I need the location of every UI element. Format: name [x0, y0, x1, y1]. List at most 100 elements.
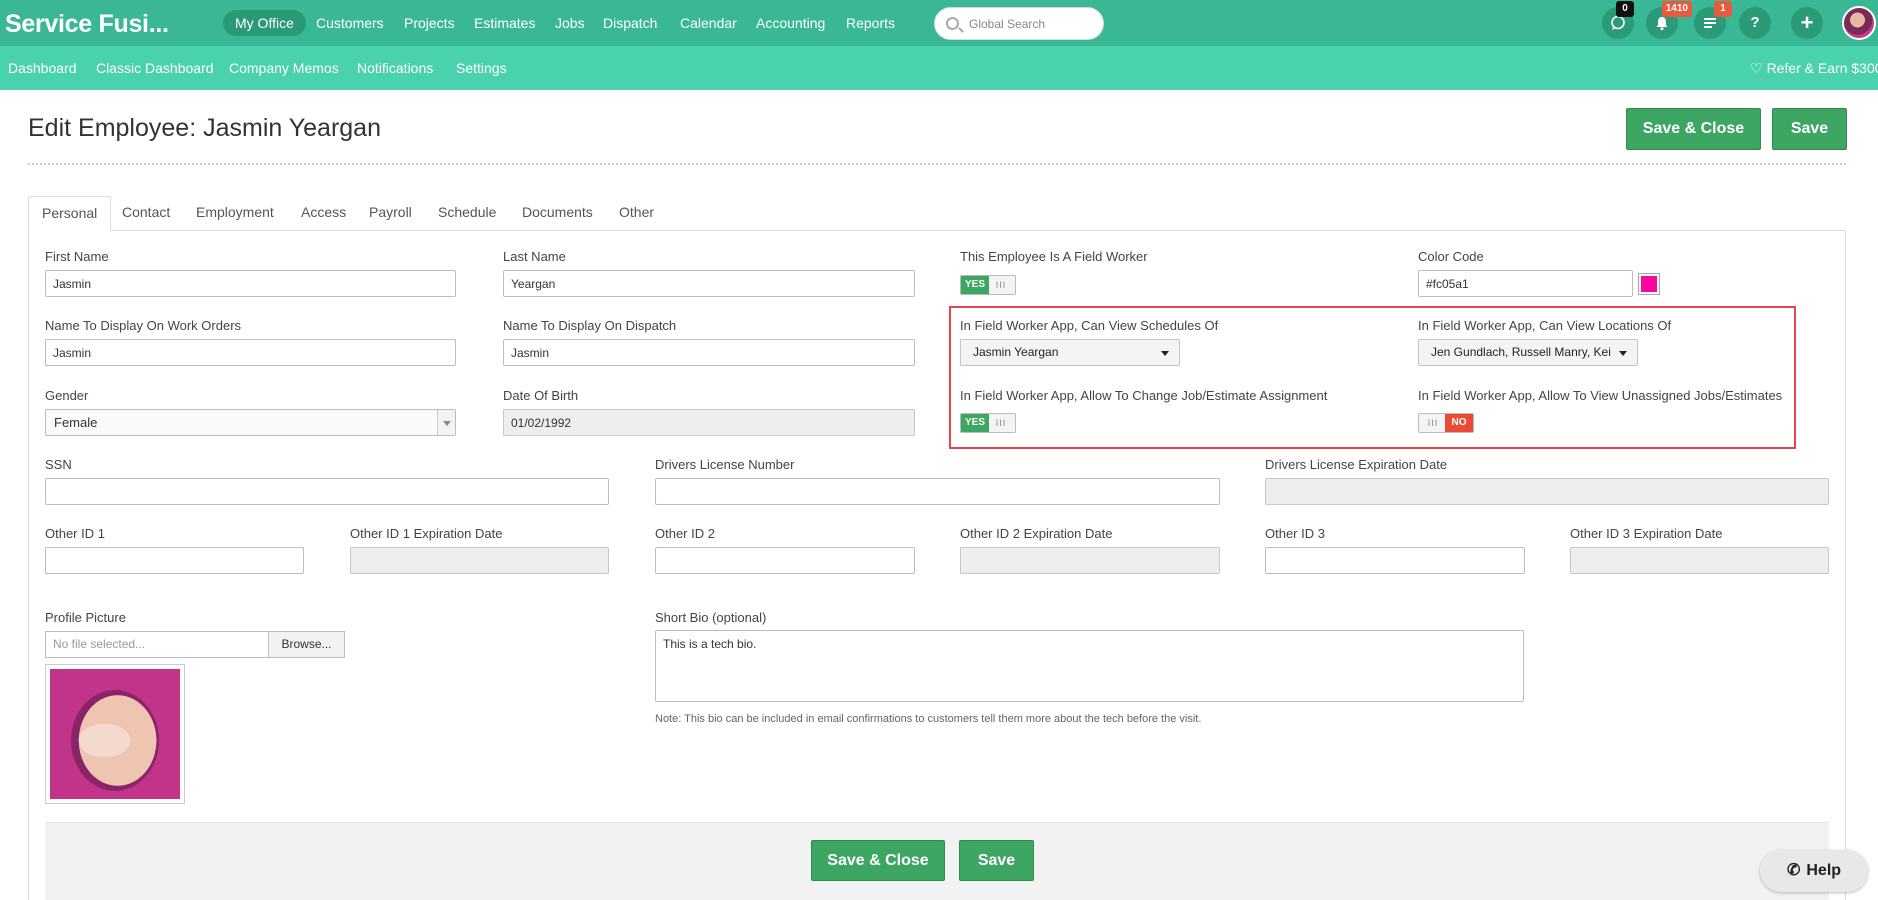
toggle-grip-icon: III	[995, 280, 1007, 290]
last-name-input[interactable]	[503, 270, 915, 297]
tab-contact[interactable]: Contact	[109, 196, 183, 229]
subnav-classic-dashboard[interactable]: Classic Dashboard	[96, 46, 214, 90]
other-id1-input[interactable]	[45, 547, 304, 574]
nav-reports[interactable]: Reports	[834, 10, 907, 36]
list-icon	[1704, 18, 1716, 28]
tab-other[interactable]: Other	[606, 196, 667, 229]
subnav-dashboard[interactable]: Dashboard	[8, 46, 77, 90]
field-worker-toggle[interactable]: YES III	[960, 275, 1016, 295]
refer-earn-link[interactable]: ♡ Refer & Earn $300	[1750, 46, 1878, 90]
other-id3-input[interactable]	[1265, 547, 1525, 574]
toggle-yes-label: YES	[961, 276, 989, 294]
profile-photo	[45, 664, 185, 804]
nav-jobs[interactable]: Jobs	[543, 10, 597, 36]
dl-number-input[interactable]	[655, 478, 1220, 505]
save-button[interactable]: Save	[1772, 108, 1847, 150]
notifications-button[interactable]: 1410	[1646, 1, 1692, 39]
nav-projects[interactable]: Projects	[392, 10, 467, 36]
change-assignment-label: In Field Worker App, Allow To Change Job…	[960, 388, 1328, 403]
other-id2-label: Other ID 2	[655, 526, 715, 541]
footer-save-close-button[interactable]: Save & Close	[811, 840, 945, 881]
display-work-orders-input[interactable]	[45, 339, 456, 366]
profile-photo-image	[50, 669, 180, 799]
display-dispatch-input[interactable]	[503, 339, 915, 366]
nav-customers[interactable]: Customers	[304, 10, 396, 36]
color-picker-swatch[interactable]	[1638, 273, 1660, 295]
profile-picture-label: Profile Picture	[45, 610, 126, 625]
subnav-notifications[interactable]: Notifications	[357, 46, 433, 90]
footer-save-button[interactable]: Save	[959, 840, 1034, 881]
global-search-input[interactable]	[969, 16, 1097, 32]
ssn-label: SSN	[45, 457, 72, 472]
nav-dispatch[interactable]: Dispatch	[591, 10, 669, 36]
display-work-orders-label: Name To Display On Work Orders	[45, 318, 242, 333]
change-assignment-toggle[interactable]: YES III	[960, 413, 1016, 433]
top-navbar: Service Fusi... My Office Customers Proj…	[0, 0, 1878, 46]
display-dispatch-label: Name To Display On Dispatch	[503, 318, 677, 333]
other-id3-exp-input[interactable]	[1570, 547, 1829, 574]
bell-icon	[1656, 17, 1668, 31]
notifications-badge: 1410	[1661, 1, 1692, 17]
other-id3-exp-label: Other ID 3 Expiration Date	[1570, 526, 1723, 541]
chat-badge: 0	[1616, 1, 1634, 17]
dob-label: Date Of Birth	[503, 388, 579, 403]
subnav-company-memos[interactable]: Company Memos	[229, 46, 339, 90]
tab-documents[interactable]: Documents	[509, 196, 606, 229]
other-id1-exp-input[interactable]	[350, 547, 609, 574]
tab-employment[interactable]: Employment	[183, 196, 287, 229]
header-divider	[28, 163, 1846, 165]
refer-label: Refer & Earn $300	[1766, 60, 1878, 76]
heart-icon: ♡	[1750, 60, 1763, 76]
help-button[interactable]: ✆ Help	[1760, 850, 1868, 892]
sub-navbar: Dashboard Classic Dashboard Company Memo…	[0, 46, 1878, 90]
view-locations-label: In Field Worker App, Can View Locations …	[1418, 318, 1672, 333]
quick-add-button[interactable]: +	[1791, 7, 1823, 39]
view-schedules-value: Jasmin Yeargan	[973, 345, 1059, 359]
bio-note: Note: This bio can be included in email …	[655, 713, 1202, 725]
save-close-button[interactable]: Save & Close	[1626, 108, 1761, 150]
gender-select[interactable]: Female	[45, 409, 456, 436]
brand-logo[interactable]: Service Fusi...	[5, 10, 169, 39]
browse-button[interactable]: Browse...	[268, 631, 345, 658]
nav-estimates[interactable]: Estimates	[462, 10, 547, 36]
dl-number-label: Drivers License Number	[655, 457, 795, 472]
help-question-button[interactable]: ?	[1739, 7, 1771, 39]
tasks-button[interactable]: 1	[1694, 1, 1732, 39]
other-id1-label: Other ID 1	[45, 526, 105, 541]
tab-access[interactable]: Access	[288, 196, 359, 229]
tab-personal[interactable]: Personal	[28, 196, 112, 232]
other-id2-exp-input[interactable]	[960, 547, 1220, 574]
nav-my-office[interactable]: My Office	[223, 10, 306, 36]
nav-calendar[interactable]: Calendar	[668, 10, 749, 36]
tab-payroll[interactable]: Payroll	[356, 196, 425, 229]
toggle-grip-icon: III	[1427, 418, 1439, 428]
view-schedules-dropdown[interactable]: Jasmin Yeargan	[960, 339, 1180, 366]
plus-icon: +	[1800, 10, 1814, 35]
other-id2-exp-label: Other ID 2 Expiration Date	[960, 526, 1113, 541]
chat-button[interactable]: 0	[1602, 1, 1634, 39]
view-locations-dropdown[interactable]: Jen Gundlach, Russell Manry, Kei	[1418, 339, 1638, 366]
search-icon	[946, 17, 959, 30]
nav-accounting[interactable]: Accounting	[744, 10, 837, 36]
user-avatar[interactable]	[1842, 6, 1876, 40]
view-unassigned-toggle[interactable]: III NO	[1418, 413, 1474, 433]
color-swatch-fill	[1641, 276, 1657, 292]
profile-picture-file-field[interactable]: No file selected...	[45, 631, 269, 658]
field-worker-label: This Employee Is A Field Worker	[960, 249, 1148, 264]
color-code-label: Color Code	[1418, 249, 1484, 264]
view-locations-value: Jen Gundlach, Russell Manry, Kei	[1431, 345, 1611, 359]
caret-down-icon	[1619, 351, 1627, 356]
global-search[interactable]	[934, 7, 1104, 40]
tab-schedule[interactable]: Schedule	[425, 196, 509, 229]
first-name-input[interactable]	[45, 270, 456, 297]
color-code-input[interactable]	[1418, 270, 1633, 297]
subnav-settings[interactable]: Settings	[456, 46, 507, 90]
dob-input[interactable]	[503, 409, 915, 436]
ssn-input[interactable]	[45, 478, 609, 505]
bio-label: Short Bio (optional)	[655, 610, 767, 625]
dl-expiration-input[interactable]	[1265, 478, 1829, 505]
other-id2-input[interactable]	[655, 547, 915, 574]
help-label: Help	[1806, 862, 1842, 879]
phone-icon: ✆	[1786, 862, 1801, 879]
bio-textarea[interactable]: This is a tech bio.	[655, 630, 1524, 702]
